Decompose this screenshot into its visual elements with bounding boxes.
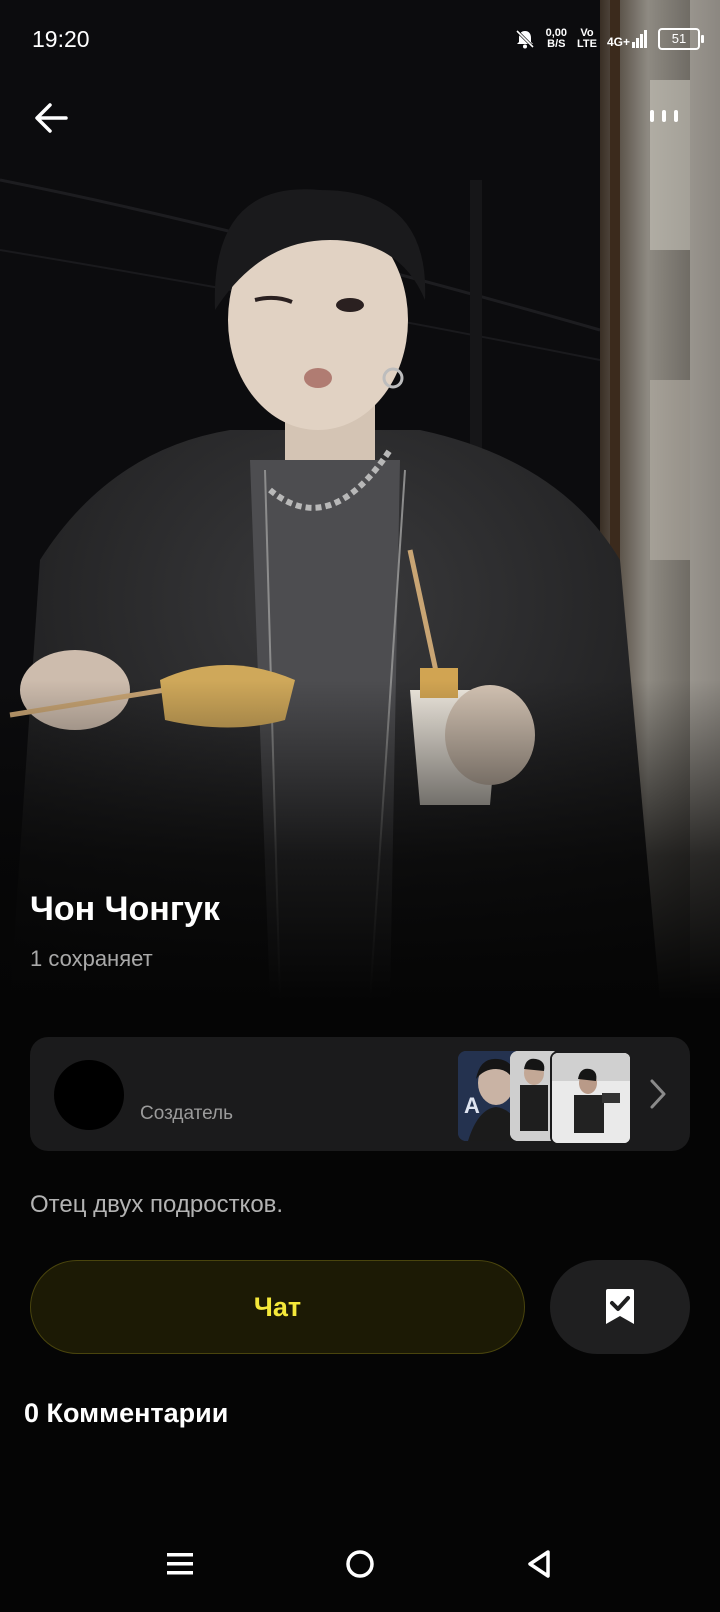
more-options-button[interactable] (644, 102, 684, 132)
more-vertical-icon (650, 110, 678, 122)
signal-indicator: 4G+ (607, 30, 648, 48)
chat-button[interactable]: Чат (30, 1260, 525, 1354)
back-button[interactable] (30, 96, 74, 140)
thumbnail-3 (550, 1051, 632, 1145)
system-navigation-bar (0, 1522, 720, 1612)
signal-bars-icon (632, 30, 647, 48)
svg-text:A: A (464, 1093, 480, 1118)
menu-icon (167, 1553, 193, 1575)
saves-count: 1 сохраняет (30, 946, 153, 971)
comments-title: 0 Комментарии (24, 1398, 229, 1428)
network-type: 4G+ (606, 35, 630, 49)
hero-photo (0, 0, 720, 1000)
creator-label: Создатель (140, 1103, 234, 1124)
bookmark-check-icon (606, 1289, 634, 1324)
status-icons: 0,00 B/S Vo LTE 4G+ 51 (514, 27, 704, 50)
triangle-back-icon (528, 1550, 550, 1578)
nav-menu-button[interactable] (160, 1544, 200, 1584)
arrow-left-icon (35, 103, 68, 133)
creator-avatar[interactable] (54, 1060, 124, 1130)
bookmark-button[interactable] (550, 1260, 690, 1354)
status-time: 19:20 (32, 25, 90, 52)
nav-home-button[interactable] (340, 1544, 380, 1584)
home-circle-icon (346, 1550, 374, 1578)
character-description: Отец двух подростков. (30, 1191, 284, 1218)
volte-indicator: Vo LTE (577, 27, 597, 50)
net-speed: 0,00 B/S (545, 27, 568, 50)
nav-back-button[interactable] (520, 1544, 560, 1584)
chevron-right-icon[interactable] (648, 1077, 668, 1111)
creator-thumbnails[interactable]: A (458, 1051, 632, 1145)
bell-muted-icon (515, 29, 534, 49)
battery-indicator: 51 (658, 28, 704, 50)
thumbnail-3-image (552, 1053, 630, 1143)
chat-button-label: Чат (253, 1291, 302, 1322)
character-name: Чон Чонгук (30, 890, 220, 928)
creator-card[interactable]: Создатель A (30, 1037, 690, 1151)
status-bar: 19:20 0,00 B/S Vo LTE 4G+ 51 (32, 22, 704, 56)
